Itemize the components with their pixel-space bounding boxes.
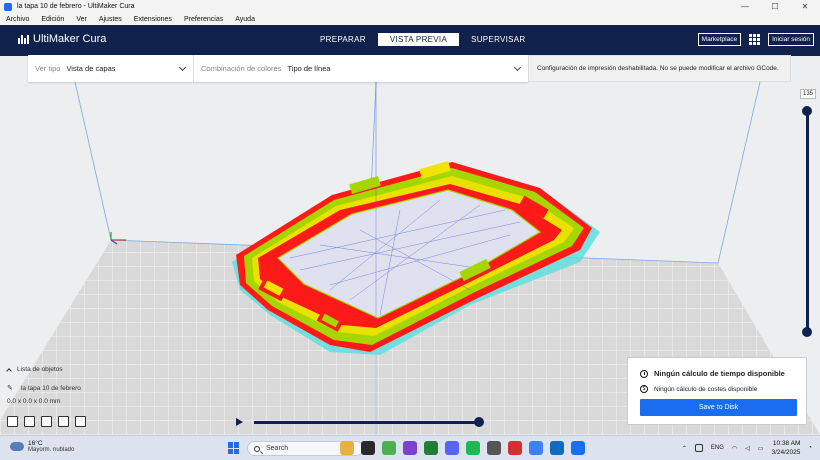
copilot-icon[interactable]	[340, 441, 354, 455]
taskbar-pinned-apps	[340, 441, 585, 455]
temperature: 16°C	[28, 440, 43, 447]
marketplace-button[interactable]: Marketplace	[697, 33, 742, 46]
app-icon-gray[interactable]	[487, 441, 501, 455]
menu-edicion[interactable]: Edición	[41, 16, 64, 23]
play-icon[interactable]	[236, 418, 243, 426]
layer-slider-upper-handle[interactable]	[802, 106, 812, 116]
taskbar-clock[interactable]: 10:38 AM 3/24/2025	[771, 439, 800, 457]
object-dimensions: 0.0 x 0.0 x 0.0 mm	[7, 398, 167, 405]
object-list-label: Lista de objetos	[17, 366, 63, 373]
chevron-down-icon	[513, 63, 522, 72]
right-view-icon[interactable]	[75, 416, 86, 427]
language-indicator[interactable]: ENG	[711, 445, 724, 451]
chevron-up-icon[interactable]: ⌃	[682, 445, 687, 452]
app-icon-red[interactable]	[508, 441, 522, 455]
tab-preparar[interactable]: PREPARAR	[308, 33, 378, 46]
minimize-button[interactable]: —	[730, 0, 760, 13]
windows-start-icon[interactable]	[228, 442, 240, 454]
settings-disabled-notice: Configuración de impresión deshabilitada…	[528, 55, 791, 82]
window-title: la tapa 10 de febrero - UltiMaker Cura	[17, 3, 135, 10]
menu-archivo[interactable]: Archivo	[6, 16, 29, 23]
menu-extensiones[interactable]: Extensiones	[134, 16, 172, 23]
tray-app-icon[interactable]	[694, 444, 703, 452]
chevron-up-icon	[6, 367, 12, 374]
menu-ver[interactable]: Ver	[76, 16, 87, 23]
path-slider-track[interactable]	[254, 421, 480, 424]
camera-view-buttons	[7, 416, 86, 427]
app-icon-purple[interactable]	[403, 441, 417, 455]
clock-icon	[640, 369, 648, 378]
menu-ayuda[interactable]: Ayuda	[235, 16, 255, 23]
save-to-disk-button[interactable]: Save to Disk	[640, 399, 797, 416]
discord-icon[interactable]	[445, 441, 459, 455]
menu-preferencias[interactable]: Preferencias	[184, 16, 223, 23]
cura-app-icon	[4, 2, 12, 11]
view-type-dropdown[interactable]: Ver tipo Vista de capas	[28, 55, 194, 82]
path-slider-handle[interactable]	[474, 417, 484, 427]
ultimaker-logo-icon	[18, 34, 29, 44]
brand-logo: UltiMaker Cura	[18, 33, 106, 45]
time: 10:38 AM	[772, 440, 801, 447]
color-scheme-label: Combinación de colores	[201, 64, 282, 73]
layer-slider-lower-handle[interactable]	[802, 327, 812, 337]
left-view-icon[interactable]	[58, 416, 69, 427]
volume-icon[interactable]: ◁	[745, 445, 750, 452]
cloudy-weather-icon	[8, 439, 24, 451]
notification-bell-icon[interactable]: ◔	[808, 445, 812, 451]
list-item[interactable]: ✎ la tapa 10 de febrero	[7, 384, 167, 393]
chrome-icon[interactable]	[382, 441, 396, 455]
cost-icon: $	[640, 385, 648, 393]
view-settings-bar: Ver tipo Vista de capas Combinación de c…	[28, 55, 528, 82]
windows-taskbar: 16°C Mayorm. nublado Search ⌃ ENG ◠ ◁ ▭ …	[0, 435, 820, 460]
front-view-icon[interactable]	[24, 416, 35, 427]
spotify-icon[interactable]	[466, 441, 480, 455]
weather-widget[interactable]: 16°C Mayorm. nublado	[8, 439, 75, 453]
chrome-profile-icon[interactable]	[529, 441, 543, 455]
color-scheme-value: Tipo de línea	[287, 64, 331, 73]
top-view-icon[interactable]	[41, 416, 52, 427]
header-actions: Marketplace Iniciar sesión	[697, 33, 814, 46]
print-info-panel: Ningún cálculo de tiempo disponible $ Ni…	[627, 357, 807, 425]
wifi-icon[interactable]: ◠	[732, 445, 737, 452]
chevron-down-icon	[178, 63, 187, 72]
layer-slider-track[interactable]	[806, 110, 809, 332]
object-name: la tapa 10 de febrero	[20, 384, 81, 392]
search-placeholder: Search	[266, 445, 289, 452]
layer-number-field[interactable]: 135	[800, 89, 816, 99]
search-icon	[254, 445, 260, 452]
xbox-icon[interactable]	[424, 441, 438, 455]
system-tray: ⌃ ENG ◠ ◁ ▭ 10:38 AM 3/24/2025 ◔	[682, 439, 812, 457]
brand-name: UltiMaker Cura	[33, 33, 107, 45]
tab-supervisar[interactable]: SUPERVISAR	[459, 33, 537, 46]
color-scheme-dropdown[interactable]: Combinación de colores Tipo de línea	[194, 55, 528, 82]
window-controls: — ☐ ✕	[730, 0, 820, 13]
task-view-icon[interactable]	[361, 441, 375, 455]
view-type-label: Ver tipo	[35, 64, 61, 73]
object-list-toggle[interactable]: Lista de objetos	[6, 366, 167, 374]
weather-description: Mayorm. nublado	[28, 447, 75, 453]
print-time-text: Ningún cálculo de tiempo disponible	[654, 369, 785, 378]
menu-ajustes[interactable]: Ajustes	[99, 16, 122, 23]
title-bar: la tapa 10 de febrero - UltiMaker Cura —…	[0, 0, 820, 13]
print-cost-text: Ningún cálculo de costes disponible	[654, 385, 758, 393]
3d-view-icon[interactable]	[7, 416, 18, 427]
apps-grid-icon[interactable]	[749, 34, 761, 45]
cura-taskbar-icon[interactable]	[571, 441, 585, 455]
print-time-row: Ningún cálculo de tiempo disponible	[640, 369, 785, 378]
stage-tabs: PREPARAR VISTA PREVIA SUPERVISAR	[308, 33, 538, 46]
signin-button[interactable]: Iniciar sesión	[768, 33, 814, 46]
print-cost-row: $ Ningún cálculo de costes disponible	[640, 385, 757, 393]
menu-bar: Archivo Edición Ver Ajustes Extensiones …	[0, 13, 820, 25]
close-button[interactable]: ✕	[790, 0, 820, 13]
date: 3/24/2025	[771, 449, 801, 456]
dimensions-text: 0.0 x 0.0 x 0.0 mm	[7, 398, 61, 405]
view-type-value: Vista de capas	[66, 64, 116, 73]
battery-icon[interactable]: ▭	[758, 445, 764, 452]
object-list-panel: Lista de objetos ✎ la tapa 10 de febrero…	[6, 366, 167, 405]
tab-vista-previa[interactable]: VISTA PREVIA	[377, 33, 460, 46]
app-icon-blue[interactable]	[550, 441, 564, 455]
pencil-icon: ✎	[7, 385, 13, 392]
app-header: UltiMaker Cura PREPARAR VISTA PREVIA SUP…	[0, 25, 820, 56]
maximize-button[interactable]: ☐	[760, 0, 790, 13]
